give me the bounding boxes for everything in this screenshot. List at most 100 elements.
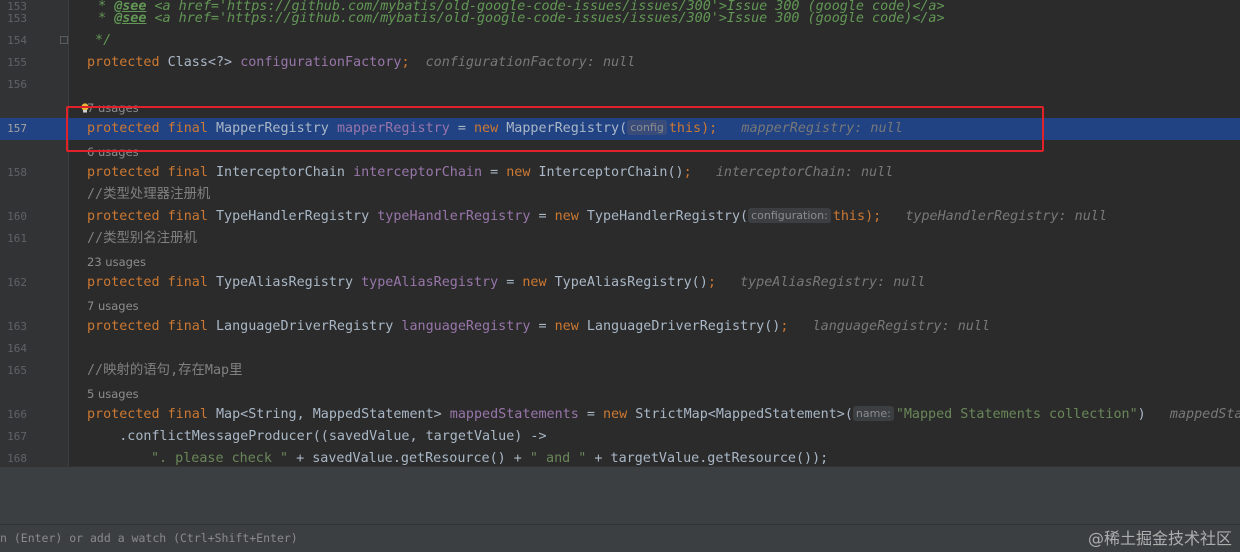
code-line-168[interactable]: 168 ". please check " + savedValue.getRe…: [0, 448, 1240, 466]
statement-end: ): [1137, 407, 1146, 422]
string-literal: " and ": [529, 451, 587, 466]
constructor-call: TypeAliasRegistry(): [546, 275, 708, 290]
type-name: InterceptorChain: [207, 165, 354, 180]
new-keyword: new: [506, 165, 531, 180]
usages-hint[interactable]: 5 usages: [87, 383, 139, 405]
code-fragment: + savedValue.getResource() +: [288, 451, 530, 466]
inline-debug-value: languageRegistry: null: [812, 319, 990, 334]
line-number: 153: [7, 12, 27, 25]
code-line-156[interactable]: 156: [0, 74, 1240, 96]
type-name: MapperRegistry: [207, 121, 337, 136]
constructor-call: StrictMap<MappedStatement>(: [627, 407, 853, 422]
line-number: 163: [7, 320, 27, 333]
code-text: .conflictMessageProducer((savedValue, ta…: [87, 429, 547, 444]
keyword: protected final: [87, 319, 208, 334]
constructor-call: MapperRegistry(: [498, 121, 628, 136]
keyword: protected final: [87, 209, 208, 224]
code-text: protected final LanguageDriverRegistry l…: [87, 316, 990, 338]
javadoc-end: */: [87, 33, 112, 48]
field-name: configurationFactory: [240, 55, 402, 70]
line-number: 156: [7, 78, 27, 91]
code-line-154[interactable]: 154 */: [0, 30, 1240, 52]
operator: =: [530, 319, 555, 334]
semicolon: ;: [401, 55, 410, 70]
line-number: 158: [7, 166, 27, 179]
javadoc-line-body: * @see <a href='https://github.com/mybat…: [90, 8, 945, 30]
line-number: 160: [7, 210, 27, 223]
constructor-call: InterceptorChain(): [530, 165, 684, 180]
code-line-159[interactable]: //类型处理器注册机: [0, 184, 1240, 206]
line-number: 154: [7, 34, 27, 47]
line-number: 168: [7, 452, 27, 465]
keyword: protected: [87, 55, 160, 70]
inline-debug-value: typeAliasRegistry: null: [740, 275, 926, 290]
javadoc-text: <a href='https://github.com/mybatis/old-…: [146, 11, 945, 26]
code-text: protected final TypeHandlerRegistry type…: [87, 206, 1107, 228]
code-text: ". please check " + savedValue.getResour…: [151, 448, 828, 466]
new-keyword: new: [554, 209, 579, 224]
debug-frames-bar[interactable]: [0, 495, 1240, 525]
code-line-167[interactable]: 167 .conflictMessageProducer((savedValue…: [0, 426, 1240, 448]
type-name: LanguageDriverRegistry: [207, 319, 402, 334]
constructor-call: LanguageDriverRegistry(): [578, 319, 781, 334]
field-name: typeHandlerRegistry: [377, 209, 531, 224]
watch-input-bar[interactable]: n (Enter) or add a watch (Ctrl+Shift+Ent…: [0, 525, 1240, 552]
new-keyword: new: [602, 407, 628, 422]
string-literal: "Mapped Statements collection": [895, 407, 1138, 422]
usages-hint[interactable]: 7 usages: [87, 295, 139, 317]
code-comment: //类型处理器注册机: [87, 187, 211, 202]
usages-hint[interactable]: 23 usages: [87, 251, 146, 273]
code-text: protected final InterceptorChain interce…: [87, 162, 893, 184]
code-line-160[interactable]: 160 protected final TypeHandlerRegistry …: [0, 206, 1240, 228]
code-text: protected final TypeAliasRegistry typeAl…: [87, 272, 926, 294]
new-keyword: new: [474, 121, 499, 136]
code-line-158[interactable]: 158 protected final InterceptorChain int…: [0, 162, 1240, 184]
usages-hint[interactable]: 6 usages: [87, 141, 139, 163]
statement-end: );: [865, 209, 882, 224]
line-number: 162: [7, 276, 27, 289]
code-line-164[interactable]: 164: [0, 338, 1240, 360]
watermark: @稀土掘金技术社区: [1087, 529, 1232, 548]
field-name: mappedStatements: [449, 407, 579, 422]
line-number: 155: [7, 56, 27, 69]
inline-debug-value: mapperRegistry: null: [741, 121, 903, 136]
lightbulb-icon[interactable]: [80, 103, 90, 113]
code-line-161[interactable]: 161 //类型别名注册机: [0, 228, 1240, 250]
code-line-166[interactable]: 166 protected final Map<String, MappedSt…: [0, 404, 1240, 426]
operator: =: [578, 407, 603, 422]
type-name: TypeAliasRegistry: [207, 275, 362, 290]
code-fragment: + targetValue.getResource());: [586, 451, 829, 466]
code-line-162[interactable]: 162 protected final TypeAliasRegistry ty…: [0, 272, 1240, 294]
type-name: TypeHandlerRegistry: [207, 209, 378, 224]
debug-toolbar[interactable]: [0, 466, 1240, 496]
field-name: mapperRegistry: [336, 121, 450, 136]
field-name: typeAliasRegistry: [361, 275, 499, 290]
statement-end: );: [701, 121, 718, 136]
inline-debug-value: typeHandlerRegistry: null: [905, 209, 1107, 224]
code-line-157[interactable]: 157 protected final MapperRegistry mappe…: [0, 118, 1240, 140]
inline-debug-value: configurationFactory: null: [425, 55, 636, 70]
operator: =: [498, 275, 523, 290]
field-name: interceptorChain: [353, 165, 483, 180]
inline-debug-value: interceptorChain: null: [715, 165, 894, 180]
this-keyword: this: [668, 121, 702, 136]
javadoc-see-tag[interactable]: @see: [114, 11, 146, 26]
statement-end: ;: [683, 165, 692, 180]
type-name: Class<?>: [159, 55, 241, 70]
code-line-153-body[interactable]: 153 * @see <a href='https://github.com/m…: [0, 8, 1240, 30]
line-number: 157: [7, 122, 27, 135]
code-line-155[interactable]: 155 protected Class<?> configurationFact…: [0, 52, 1240, 74]
code-line-163[interactable]: 163 protected final LanguageDriverRegist…: [0, 316, 1240, 338]
keyword: protected final: [87, 121, 208, 136]
keyword: protected final: [87, 407, 208, 422]
usages-hint[interactable]: 7 usages: [87, 97, 139, 119]
code-comment: //类型别名注册机: [87, 231, 197, 246]
code-editor[interactable]: 153 * @see <a href='https://github.com/m…: [0, 0, 1240, 466]
statement-end: ;: [780, 319, 789, 334]
keyword: protected final: [87, 165, 208, 180]
constructor-call: TypeHandlerRegistry(: [578, 209, 749, 224]
code-comment: //映射的语句,存在Map里: [87, 363, 243, 378]
code-text: protected Class<?> configurationFactory;…: [87, 52, 635, 74]
code-line-165[interactable]: 165 //映射的语句,存在Map里: [0, 360, 1240, 382]
watch-hint-text[interactable]: n (Enter) or add a watch (Ctrl+Shift+Ent…: [0, 525, 298, 552]
